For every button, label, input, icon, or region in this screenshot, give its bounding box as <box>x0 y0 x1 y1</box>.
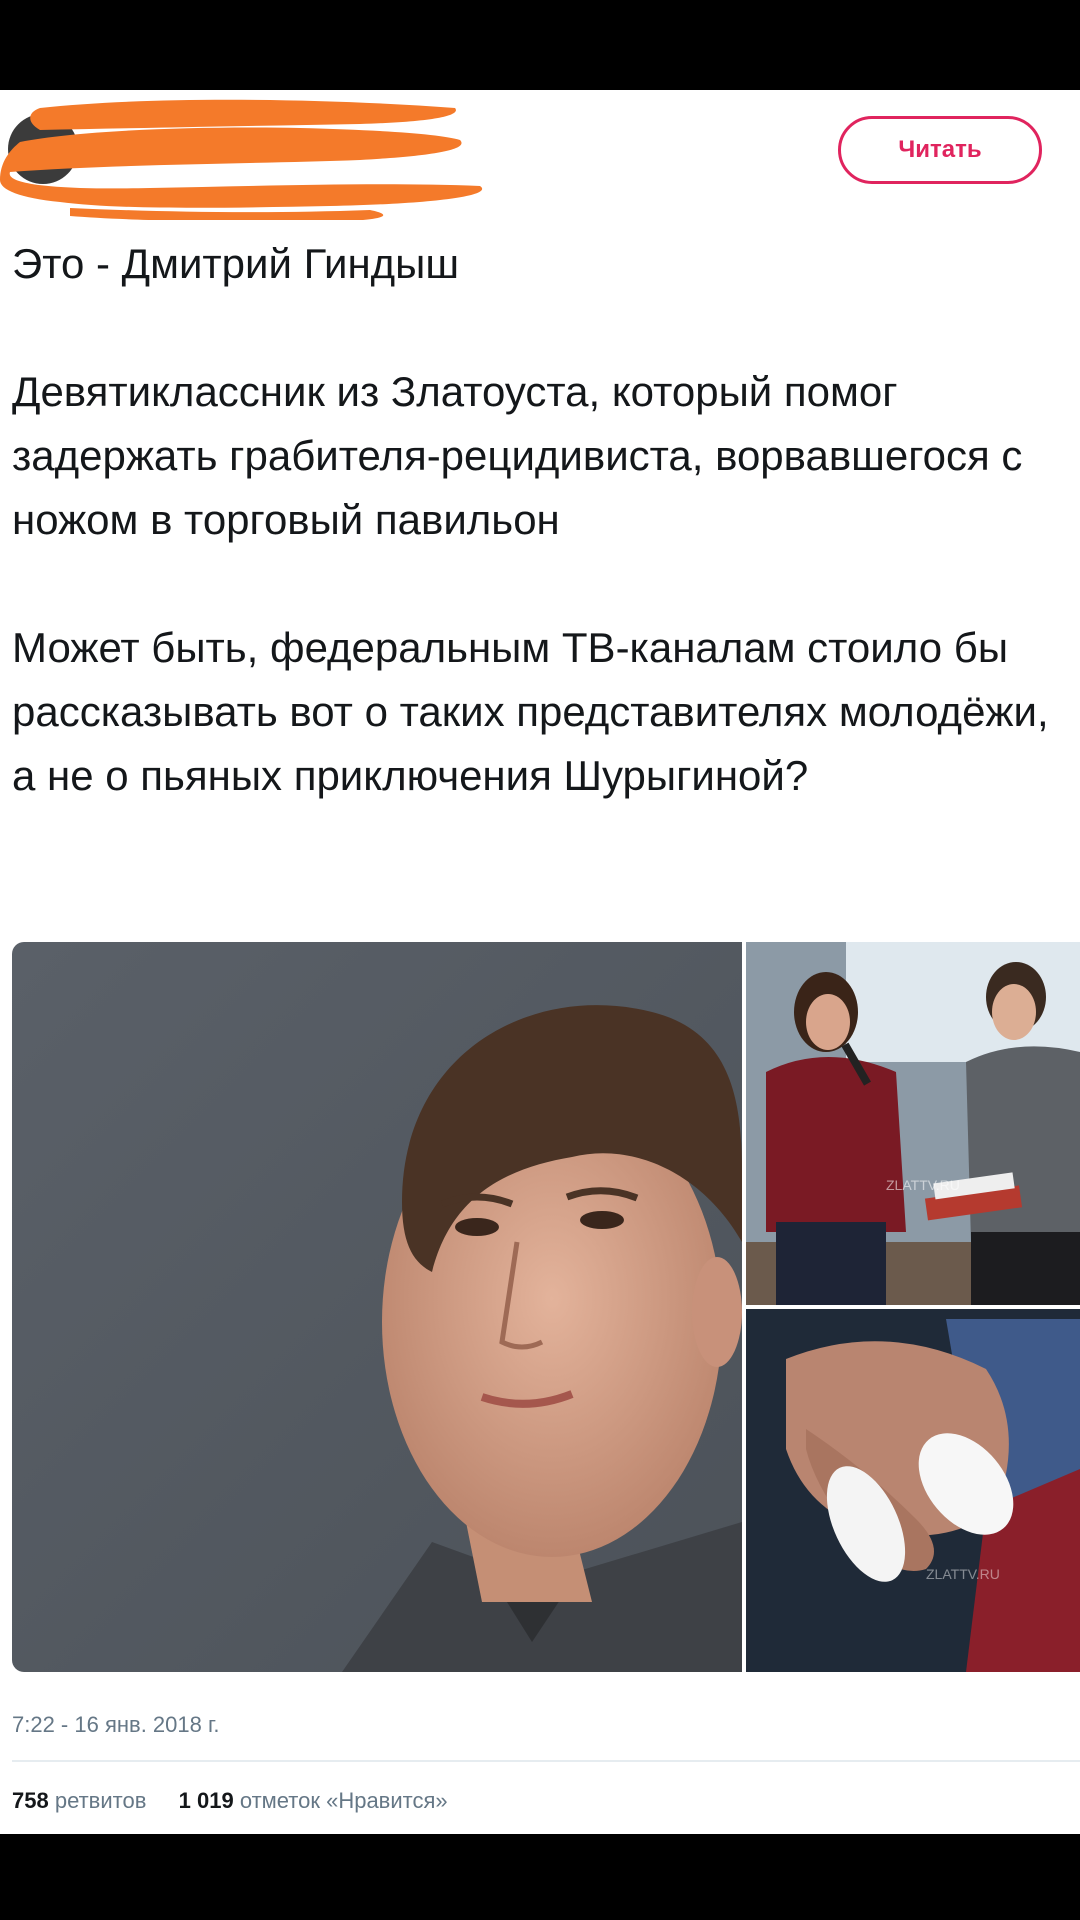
photo-bandaged-fingers[interactable]: ZLATTV.RU <box>746 1309 1080 1672</box>
watermark-zlattv-2: ZLATTV.RU <box>926 1566 1000 1582</box>
redaction-scribble <box>0 99 483 220</box>
retweets-label[interactable]: ретвитов <box>55 1788 147 1813</box>
tweet-text: Это - Дмитрий Гиндыш Девятиклассник из З… <box>12 232 1072 808</box>
divider <box>12 1760 1080 1762</box>
tweet-card: Читать Это - Дмитрий Гиндыш Девятиклассн… <box>0 90 1080 1834</box>
photo-award-ceremony[interactable]: ZLATTV.RU <box>746 942 1080 1305</box>
screen: Читать Это - Дмитрий Гиндыш Девятиклассн… <box>0 0 1080 1920</box>
likes-label[interactable]: отметок «Нравится» <box>240 1788 448 1813</box>
tweet-paragraph: Это - Дмитрий Гиндыш <box>12 240 460 287</box>
tweet-stats: 758 ретвитов 1 019 отметок «Нравится» <box>12 1788 448 1814</box>
likes-count[interactable]: 1 019 <box>179 1788 234 1813</box>
tweet-timestamp[interactable]: 7:22 - 16 янв. 2018 г. <box>12 1712 219 1738</box>
media-grid: ZLATTV.RU ZLATTV.RU <box>12 942 1080 1672</box>
tweet-paragraph: Может быть, федеральным ТВ-каналам стоил… <box>12 624 1049 799</box>
photo-portrait[interactable] <box>12 942 742 1672</box>
watermark-zlattv-1: ZLATTV.RU <box>886 1177 960 1193</box>
retweets-count[interactable]: 758 <box>12 1788 49 1813</box>
follow-button[interactable]: Читать <box>838 116 1042 184</box>
tweet-paragraph: Девятиклассник из Златоуста, который пом… <box>12 368 1023 543</box>
